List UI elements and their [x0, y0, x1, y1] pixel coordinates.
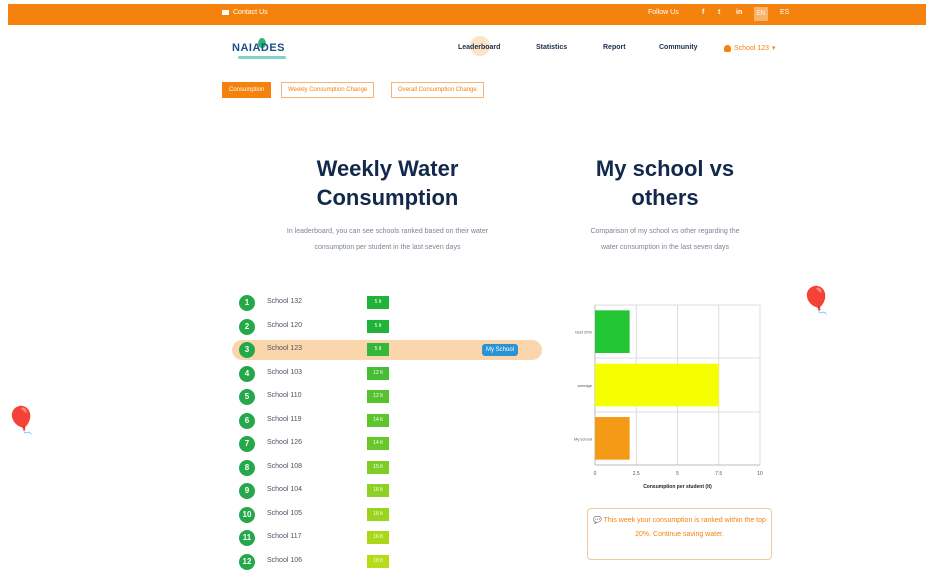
table-row: 10 School 105 16 lt	[232, 505, 542, 525]
user-label: School 123	[734, 44, 770, 52]
leaderboard-desc-line1: In leaderboard, you can see schools rank…	[286, 228, 489, 235]
chat-icon: 💬	[593, 517, 604, 524]
rank-number: 11	[239, 530, 255, 546]
consumption-badge: 18 lt	[367, 554, 389, 568]
consumption-badge: 5 lt	[367, 343, 389, 356]
contact-link[interactable]: Contact Us	[222, 9, 268, 16]
table-row: 6 School 119 14 lt	[232, 411, 542, 431]
school-name: School 110	[267, 392, 302, 399]
follow-label: Follow Us	[648, 9, 679, 16]
my-school-badge: My School	[482, 344, 519, 356]
mail-icon	[222, 10, 229, 15]
table-row: 4 School 103 12 lt	[232, 364, 542, 384]
comparison-desc-line1: Comparison of my school vs other regardi…	[590, 228, 740, 235]
ranking-message: 💬 This week your consumption is ranked w…	[587, 508, 772, 560]
school-name: School 119	[267, 415, 302, 423]
rank-number: 4	[239, 365, 255, 382]
nav-leaderboard[interactable]: Leaderboard	[458, 44, 500, 51]
consumption-badge: 14 lt	[367, 437, 389, 450]
consumption-badge: 16 lt	[367, 531, 389, 544]
table-row: 1 School 132 5 lt	[232, 293, 542, 313]
contact-label: Contact Us	[233, 9, 268, 16]
tab-weekly-change[interactable]: Weekly Consumption Change	[281, 82, 375, 98]
consumption-badge: 5 lt	[367, 319, 389, 333]
twitter-icon[interactable]: t	[718, 9, 720, 16]
school-name: School 126	[267, 439, 303, 446]
nav-community[interactable]: Community	[659, 44, 698, 51]
consumption-badge: 5 lt	[367, 296, 389, 309]
language-en-button[interactable]: EN	[754, 7, 768, 21]
ranking-message-text: This week your consumption is ranked wit…	[603, 517, 766, 538]
tab-overall-change[interactable]: Overall Consumption Change	[391, 82, 484, 98]
tab-consumption[interactable]: Consumption	[222, 82, 272, 98]
consumption-badge: 12 lt	[367, 366, 389, 380]
x-tick-label: 5	[676, 471, 679, 477]
table-row: 5 School 110 12 lt	[232, 387, 542, 407]
school-name: School 106	[267, 556, 303, 564]
school-name: School 132	[267, 298, 303, 305]
rank-number: 2	[239, 318, 255, 335]
school-name: School 117	[267, 533, 302, 540]
y-tick-label: best 20%	[575, 330, 592, 335]
school-name: School 120	[267, 321, 303, 329]
comparison-title-line1: My school vs	[595, 156, 735, 181]
consumption-badge: 16 lt	[367, 507, 389, 521]
facebook-icon[interactable]: f	[702, 9, 704, 16]
leaderboard-title-line2: Consumption	[316, 185, 459, 210]
x-tick-label: 0	[594, 471, 597, 477]
school-name: School 104	[267, 486, 303, 493]
bar	[595, 417, 630, 460]
x-tick-label: 2.5	[633, 471, 640, 477]
comparison-chart: 0 2.5 5 7.5 10 best 20% average My school Consum…	[574, 304, 763, 490]
leaderboard-desc-line2: consumption per student in the last seve…	[314, 244, 461, 251]
rank-number: 8	[239, 459, 255, 476]
nav-report[interactable]: Report	[603, 44, 626, 51]
comparison-desc-line2: water consumption in the last seven days	[600, 244, 729, 251]
rank-number: 7	[239, 436, 255, 452]
bar	[595, 363, 719, 407]
nav-statistics[interactable]: Statistics	[536, 44, 567, 51]
table-row: 7 School 126 14 lt	[232, 434, 542, 454]
table-row: 8 School 108 15 lt	[232, 458, 542, 478]
table-row: 3 School 123 5 lt My School	[232, 340, 542, 360]
school-name: School 105	[267, 509, 303, 517]
x-tick-label: 10	[757, 471, 763, 477]
consumption-badge: 12 lt	[367, 390, 389, 403]
rank-number: 10	[239, 506, 255, 523]
leaderboard-title-line1: Weekly Water	[316, 156, 459, 181]
top-bar: Contact Us Follow Us f t in EN ES	[8, 4, 926, 25]
rank-number: 9	[239, 483, 255, 499]
rank-number: 3	[239, 342, 255, 358]
linkedin-icon[interactable]: in	[736, 9, 742, 16]
table-row: 9 School 104 16 lt	[232, 481, 542, 501]
chevron-down-icon: ▾	[772, 45, 776, 52]
x-axis-label: Consumption per student (lt)	[643, 484, 712, 490]
school-name: School 123	[267, 345, 303, 352]
language-es-button[interactable]: ES	[780, 9, 789, 16]
x-tick-label: 7.5	[715, 471, 722, 477]
bar	[595, 310, 630, 353]
consumption-badge: 14 lt	[367, 413, 389, 427]
table-row: 2 School 120 5 lt	[232, 317, 542, 337]
rank-number: 12	[239, 553, 255, 570]
balloon-decoration-icon: 🎈	[800, 285, 833, 315]
table-row: 11 School 117 16 lt	[232, 528, 542, 548]
logo[interactable]: NAIADES	[232, 42, 285, 54]
balloon-decoration-icon: 🎈	[5, 405, 38, 435]
consumption-badge: 16 lt	[367, 484, 389, 497]
rank-number: 6	[239, 412, 255, 429]
y-tick-label: average	[578, 383, 593, 388]
rank-number: 1	[239, 295, 255, 311]
rank-number: 5	[239, 389, 255, 405]
school-name: School 108	[267, 462, 303, 470]
school-name: School 103	[267, 368, 303, 376]
logo-wave	[238, 56, 286, 59]
table-row: 12 School 106 18 lt	[232, 552, 542, 572]
user-icon	[724, 44, 731, 52]
comparison-title-line2: others	[631, 185, 699, 210]
y-tick-label: My school	[574, 436, 592, 441]
consumption-badge: 15 lt	[367, 460, 389, 474]
user-menu[interactable]: School 123 ▾	[724, 44, 776, 52]
